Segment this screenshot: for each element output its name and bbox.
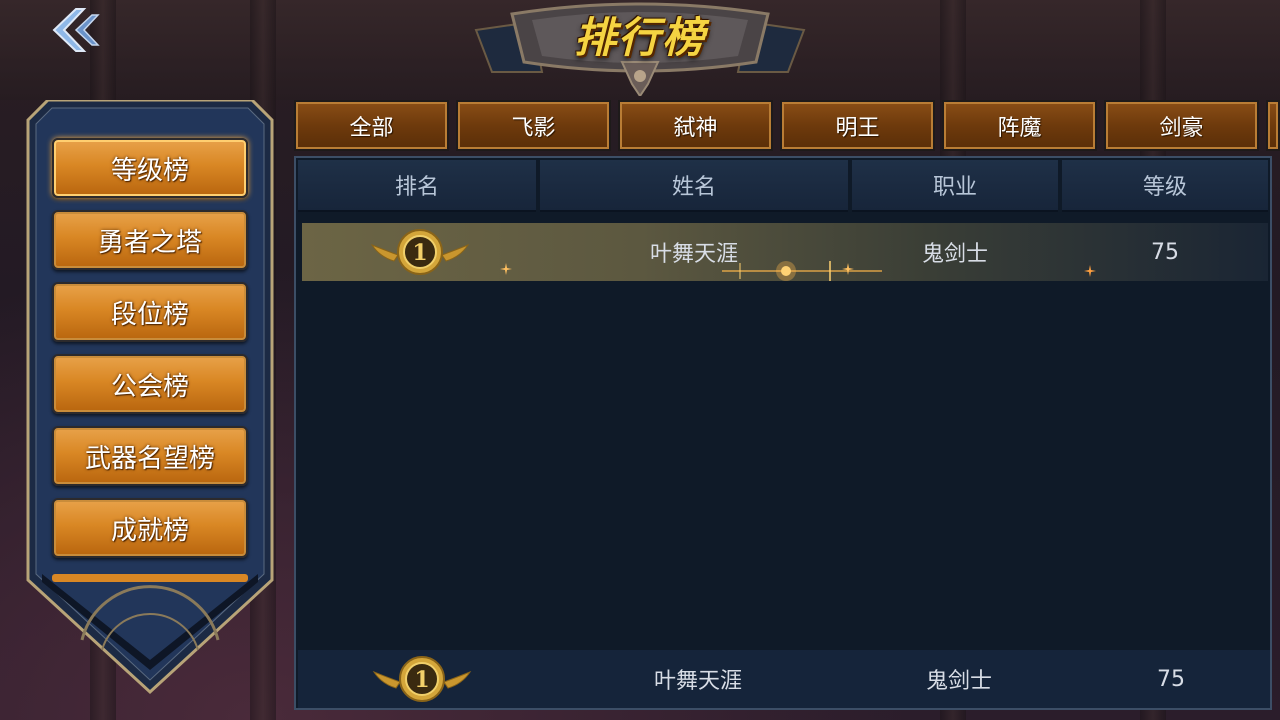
tab-label: 飞影 xyxy=(511,115,556,141)
tab-label: 剑豪 xyxy=(1159,115,1204,141)
tab-overflow-next[interactable] xyxy=(1266,100,1280,151)
medal-rank-number: 1 xyxy=(414,667,429,693)
tab-all[interactable]: 全部 xyxy=(294,100,449,151)
tab-label: 明王 xyxy=(835,115,880,141)
title-banner: 排行榜 xyxy=(472,0,808,96)
my-ranking-row: 1 叶舞天涯 鬼剑士 75 xyxy=(298,650,1270,708)
tab-label: 全部 xyxy=(349,115,394,141)
header-name-label: 姓名 xyxy=(671,175,716,200)
tab-feiying[interactable]: 飞影 xyxy=(456,100,611,151)
menu-item-weapon-fame-rank[interactable]: 武器名望榜 xyxy=(52,426,248,486)
left-menu-panel: 等级榜 勇者之塔 段位榜 公会榜 武器名望榜 成就榜 xyxy=(22,100,278,700)
page-title: 排行榜 xyxy=(573,13,706,62)
ranking-table: 排名 姓名 职业 等级 1 叶舞天涯 鬼剑士 75 1 叶舞天涯 鬼剑士 75 xyxy=(294,156,1272,710)
menu-item-label: 等级榜 xyxy=(110,155,189,186)
gold-winged-medal-icon: 1 xyxy=(372,656,472,702)
my-name: 叶舞天涯 xyxy=(653,669,742,694)
tab-mingwang[interactable]: 明王 xyxy=(780,100,935,151)
header-name: 姓名 xyxy=(540,160,848,212)
header-job-label: 职业 xyxy=(932,175,977,200)
tab-label: 阵魔 xyxy=(997,115,1042,141)
back-button[interactable] xyxy=(46,4,106,56)
header-rank: 排名 xyxy=(298,160,536,212)
header-job: 职业 xyxy=(852,160,1058,212)
table-row[interactable]: 1 叶舞天涯 鬼剑士 75 xyxy=(302,223,1268,281)
tab-jianhao[interactable]: 剑豪 xyxy=(1104,100,1259,151)
gold-winged-medal-icon: 1 xyxy=(370,229,470,275)
menu-item-level-rank[interactable]: 等级榜 xyxy=(52,138,248,198)
menu-item-label: 段位榜 xyxy=(110,299,189,330)
menu-item-label: 成就榜 xyxy=(110,515,189,546)
menu-item-label: 勇者之塔 xyxy=(97,227,202,258)
header-level-label: 等级 xyxy=(1142,175,1187,200)
row-job: 鬼剑士 xyxy=(921,242,988,267)
row-level: 75 xyxy=(1151,239,1179,265)
double-chevron-left-icon xyxy=(52,8,100,52)
tab-label: 弑神 xyxy=(673,115,718,141)
row-name: 叶舞天涯 xyxy=(649,242,738,267)
tab-shishen[interactable]: 弑神 xyxy=(618,100,773,151)
class-tab-bar: 全部 飞影 弑神 明王 阵魔 剑豪 xyxy=(294,100,1280,152)
sparkle-effect xyxy=(500,263,512,275)
header-level: 等级 xyxy=(1062,160,1268,212)
menu-item-label: 公会榜 xyxy=(110,371,189,402)
tab-zhenmo[interactable]: 阵魔 xyxy=(942,100,1097,151)
menu-item-tower[interactable]: 勇者之塔 xyxy=(52,210,248,270)
menu-item-guild-rank[interactable]: 公会榜 xyxy=(52,354,248,414)
menu-item-achievement-rank[interactable]: 成就榜 xyxy=(52,498,248,558)
menu-item-label: 武器名望榜 xyxy=(84,443,215,474)
my-level: 75 xyxy=(1157,666,1185,692)
header-rank-label: 排名 xyxy=(394,175,439,200)
medal-rank-number: 1 xyxy=(412,240,427,266)
menu-item-tier-rank[interactable]: 段位榜 xyxy=(52,282,248,342)
my-job: 鬼剑士 xyxy=(925,669,992,694)
